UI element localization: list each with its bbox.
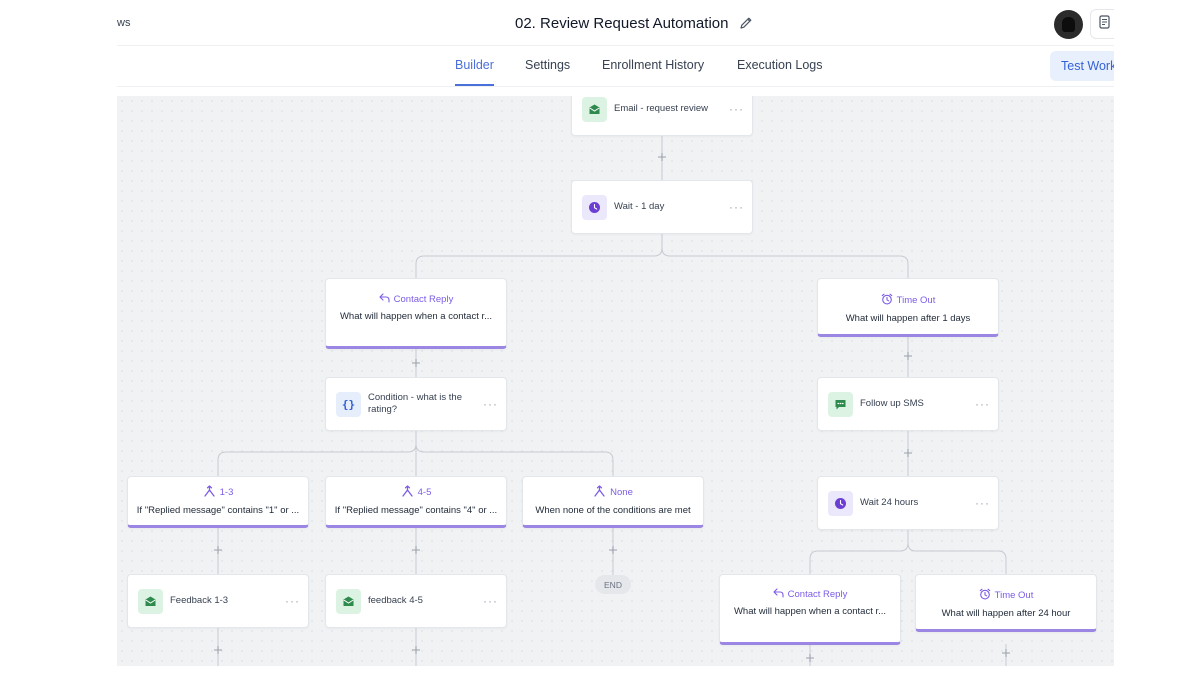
branch-4-5[interactable]: 4-5 If "Replied message" contains "4" or… [325,476,507,528]
add-step-button[interactable] [904,449,913,458]
braces-icon: {} [336,391,361,417]
notes-button[interactable] [1090,9,1114,39]
email-icon [336,588,361,614]
email-icon [138,588,163,614]
condition-node[interactable]: {} Condition - what is the rating? ··· [325,377,507,431]
document-icon [1098,14,1112,34]
top-bar: ws 02. Review Request Automation [117,0,1114,46]
tab-settings[interactable]: Settings [525,58,570,86]
add-step-button[interactable] [412,646,421,655]
reply-icon [773,588,784,601]
sms-icon [828,391,853,417]
feedback-4-5-label: feedback 4-5 [368,595,423,606]
branch-4-5-desc: If "Replied message" contains "4" or ... [334,505,498,516]
time-out-branch[interactable]: Time Out What will happen after 1 days [817,278,999,337]
add-step-button[interactable] [904,352,913,361]
time-out-branch-2[interactable]: Time Out What will happen after 24 hour [915,574,1097,632]
condition-label: Condition - what is the rating? [368,392,462,415]
feedback-4-5-node[interactable]: feedback 4-5 ··· [325,574,507,628]
split-icon [593,485,606,500]
add-step-button[interactable] [412,359,421,368]
test-workflow-button[interactable]: Test Work [1050,51,1114,81]
contact-reply-2-title-text: Contact Reply [787,589,848,600]
end-node: END [595,575,631,594]
add-step-button[interactable] [412,546,421,555]
branch-1-3-title: 1-3 [128,485,308,500]
alarm-icon [881,293,893,308]
breadcrumb[interactable]: ws [117,17,130,29]
branch-none-title-text: None [610,487,633,498]
time-out-title: Time Out [818,293,998,308]
tab-bar: Builder Settings Enrollment History Exec… [117,46,1114,87]
contact-reply-title: Contact Reply [326,293,506,306]
email-request-label: Email - request review [614,103,708,114]
reply-icon [379,293,390,306]
split-icon [401,485,414,500]
contact-reply-2-title: Contact Reply [720,588,900,601]
feedback-1-3-node[interactable]: Feedback 1-3 ··· [127,574,309,628]
branch-1-3-desc: If "Replied message" contains "1" or ... [136,505,300,516]
feedback-1-3-label: Feedback 1-3 [170,595,229,606]
contact-reply-desc: What will happen when a contact r... [339,311,493,322]
add-step-button[interactable] [214,646,223,655]
email-icon [582,96,607,122]
add-step-button[interactable] [658,153,667,162]
more-options-icon[interactable]: ··· [975,398,990,410]
tab-execution-logs[interactable]: Execution Logs [737,58,822,86]
branch-4-5-title: 4-5 [326,485,506,500]
more-options-icon[interactable]: ··· [729,201,744,213]
clock-icon [582,194,607,220]
contact-reply-title-text: Contact Reply [393,294,454,305]
add-step-button[interactable] [1002,649,1011,658]
workflow-canvas[interactable]: Email - request review ··· Wait - 1 day … [117,96,1114,666]
avatar[interactable] [1054,10,1083,39]
branch-none-desc: When none of the conditions are met [535,505,691,516]
follow-up-sms-node[interactable]: Follow up SMS ··· [817,377,999,431]
wait-24-hours-node[interactable]: Wait 24 hours ··· [817,476,999,530]
tab-builder[interactable]: Builder [455,58,494,86]
time-out-desc: What will happen after 1 days [845,313,971,324]
more-options-icon[interactable]: ··· [729,103,744,115]
contact-reply-branch-2[interactable]: Contact Reply What will happen when a co… [719,574,901,645]
add-step-button[interactable] [214,546,223,555]
time-out-2-desc: What will happen after 24 hour [941,608,1071,619]
more-options-icon[interactable]: ··· [483,398,498,410]
contact-reply-2-desc: What will happen when a contact r... [733,606,887,617]
title-area: 02. Review Request Automation [515,12,754,34]
more-options-icon[interactable]: ··· [975,497,990,509]
time-out-2-title: Time Out [916,588,1096,603]
more-options-icon[interactable]: ··· [483,595,498,607]
app-frame: ws 02. Review Request Automation Builder… [117,0,1114,675]
pencil-icon[interactable] [738,15,754,31]
wait-1-day-label: Wait - 1 day [614,201,665,212]
wait-1-day-node[interactable]: Wait - 1 day ··· [571,180,753,234]
wait-24-hours-label: Wait 24 hours [860,497,919,508]
tab-enrollment-history[interactable]: Enrollment History [602,58,704,86]
branch-1-3[interactable]: 1-3 If "Replied message" contains "1" or… [127,476,309,528]
clock-icon [828,490,853,516]
split-icon [203,485,216,500]
branch-none-title: None [523,485,703,500]
page-title: 02. Review Request Automation [515,14,729,32]
alarm-icon [979,588,991,603]
branch-1-3-title-text: 1-3 [219,487,234,498]
add-step-button[interactable] [609,546,618,555]
follow-up-sms-label: Follow up SMS [860,398,924,409]
contact-reply-branch[interactable]: Contact Reply What will happen when a co… [325,278,507,349]
time-out-title-text: Time Out [896,295,936,306]
branch-none[interactable]: None When none of the conditions are met [522,476,704,528]
branch-4-5-title-text: 4-5 [417,487,432,498]
more-options-icon[interactable]: ··· [285,595,300,607]
email-request-node[interactable]: Email - request review ··· [571,96,753,136]
add-step-button[interactable] [806,654,815,663]
time-out-2-title-text: Time Out [994,590,1034,601]
